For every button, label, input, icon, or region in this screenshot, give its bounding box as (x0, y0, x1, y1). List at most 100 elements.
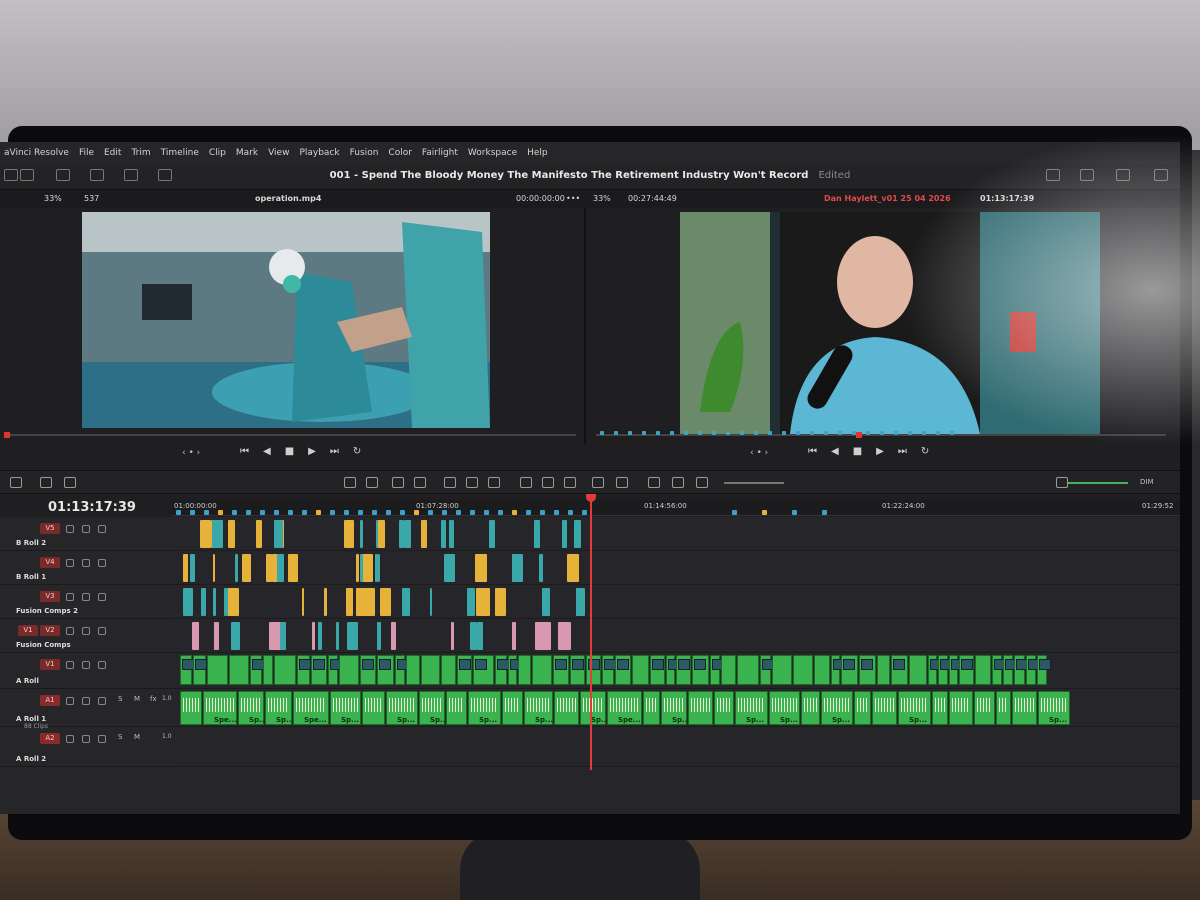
track-name[interactable]: A Roll 2 (16, 755, 46, 763)
record-back-button[interactable]: ◀ (831, 446, 839, 462)
aroll-video-clip[interactable] (553, 655, 569, 685)
aroll-video-clip[interactable] (441, 655, 456, 685)
track-name[interactable]: A Roll 1 (16, 715, 46, 723)
viewer-marker[interactable] (782, 431, 786, 435)
menu-help[interactable]: Help (527, 148, 548, 158)
aroll-audio-clip[interactable]: Sp... (419, 691, 448, 725)
viewer-divider[interactable] (584, 208, 586, 444)
aroll-video-clip[interactable] (180, 655, 194, 685)
record-stop-button[interactable]: ■ (853, 446, 862, 462)
record-zoom[interactable]: 33% (593, 194, 611, 203)
ruler-marker[interactable] (484, 510, 489, 515)
aroll-video-clip[interactable] (721, 655, 736, 685)
lock-icon[interactable] (66, 735, 74, 743)
aroll-video-clip[interactable] (710, 655, 724, 685)
broll-clip[interactable] (466, 588, 476, 616)
aroll-audio-clip[interactable] (872, 691, 897, 725)
insert-clip-icon[interactable] (444, 477, 456, 488)
aroll-audio-clip[interactable]: Sp... (265, 691, 294, 725)
broll-clip[interactable] (269, 622, 276, 650)
viewer-marker[interactable] (810, 431, 814, 435)
aroll-video-clip[interactable] (274, 655, 296, 685)
aroll-audio-clip[interactable] (996, 691, 1011, 725)
aroll-video-clip[interactable] (992, 655, 1006, 685)
broll-clip[interactable] (542, 588, 550, 616)
aroll-video-clip[interactable] (1014, 655, 1028, 685)
broll-clip[interactable] (429, 588, 433, 616)
broll-clip[interactable] (533, 520, 541, 548)
broll-clip[interactable] (401, 588, 411, 616)
broll-clip[interactable] (512, 554, 523, 582)
record-loop-button[interactable]: ↻ (921, 446, 929, 462)
track-toggle-icon[interactable] (98, 697, 106, 705)
aroll-video-clip[interactable] (975, 655, 991, 685)
ruler-marker[interactable] (526, 510, 531, 515)
track-id-v4[interactable]: V4 (40, 557, 60, 568)
viewer-marker[interactable] (866, 431, 870, 435)
track-id-a1[interactable]: A1 (40, 695, 60, 706)
broll-clip[interactable] (574, 520, 581, 548)
source-back-button[interactable]: ◀ (263, 446, 271, 462)
menu-view[interactable]: View (268, 148, 289, 158)
snapping-icon[interactable] (520, 477, 532, 488)
record-prev-button[interactable]: ⏮ (808, 446, 817, 462)
export-icon[interactable] (1046, 169, 1060, 181)
ruler-marker[interactable] (190, 510, 195, 515)
broll-clip[interactable] (346, 622, 358, 650)
dim-button[interactable]: DIM (1140, 478, 1154, 486)
aroll-audio-clip[interactable]: Sp... (898, 691, 931, 725)
ruler-marker[interactable] (232, 510, 237, 515)
viewer-marker[interactable] (698, 431, 702, 435)
aroll-video-clip[interactable] (457, 655, 472, 685)
track-name[interactable]: A Roll (16, 677, 39, 685)
broll-clip[interactable] (444, 554, 455, 582)
aroll-video-clip[interactable] (377, 655, 394, 685)
track-lane-a1[interactable]: Spe... Sp... Sp... Spe... Sp... Sp... Sp... Sp.… (172, 689, 1180, 727)
broll-clip[interactable] (183, 588, 193, 616)
lock-icon[interactable] (564, 477, 576, 488)
linked-selection-icon[interactable] (542, 477, 554, 488)
aroll-video-clip[interactable] (615, 655, 631, 685)
aroll-video-clip[interactable] (193, 655, 207, 685)
source-loop-button[interactable]: ↻ (353, 446, 361, 462)
mic-icon[interactable] (64, 477, 76, 488)
ruler-marker[interactable] (204, 510, 209, 515)
track-name[interactable]: B Roll 1 (16, 573, 46, 581)
broll-clip[interactable] (182, 554, 189, 582)
auto-select-icon[interactable] (82, 559, 90, 567)
broll-clip[interactable] (476, 622, 484, 650)
volume-icon[interactable] (1056, 477, 1068, 488)
aroll-video-clip[interactable] (959, 655, 974, 685)
aroll-video-clip[interactable] (692, 655, 709, 685)
track-id-v5[interactable]: V5 (40, 523, 60, 534)
track-id-a2[interactable]: A2 (40, 733, 60, 744)
aroll-audio-clip[interactable] (1012, 691, 1037, 725)
broll-clip[interactable] (191, 622, 199, 650)
broll-clip[interactable] (200, 520, 212, 548)
broll-clip[interactable] (489, 520, 495, 548)
broll-clip[interactable] (538, 554, 544, 582)
viewer-marker[interactable] (628, 431, 632, 435)
broll-clip[interactable] (567, 554, 579, 582)
aroll-video-clip[interactable] (360, 655, 376, 685)
aroll-video-clip[interactable] (328, 655, 342, 685)
source-zoom[interactable]: 33% (44, 194, 62, 203)
aroll-audio-clip[interactable]: Sp... (468, 691, 501, 725)
menu-fairlight[interactable]: Fairlight (422, 148, 458, 158)
aroll-audio-clip[interactable] (180, 691, 202, 725)
broll-clip[interactable] (228, 588, 240, 616)
source-play-button[interactable]: ▶ (308, 446, 316, 462)
auto-select-icon[interactable] (82, 735, 90, 743)
track-name[interactable]: Fusion Comps 2 (16, 607, 78, 615)
track-dest-v1[interactable]: V1 (18, 625, 38, 636)
render-cache-icon[interactable] (40, 477, 52, 488)
ruler-marker[interactable] (330, 510, 335, 515)
broll-clip[interactable] (211, 520, 224, 548)
aroll-audio-clip[interactable]: Sp... (330, 691, 361, 725)
aroll-video-clip[interactable] (676, 655, 691, 685)
zoom-custom-icon[interactable] (696, 477, 708, 488)
broll-clip[interactable] (280, 622, 287, 650)
viewer-marker[interactable] (880, 431, 884, 435)
broll-clip[interactable] (474, 554, 480, 582)
app-name[interactable]: aVinci Resolve (4, 148, 69, 158)
